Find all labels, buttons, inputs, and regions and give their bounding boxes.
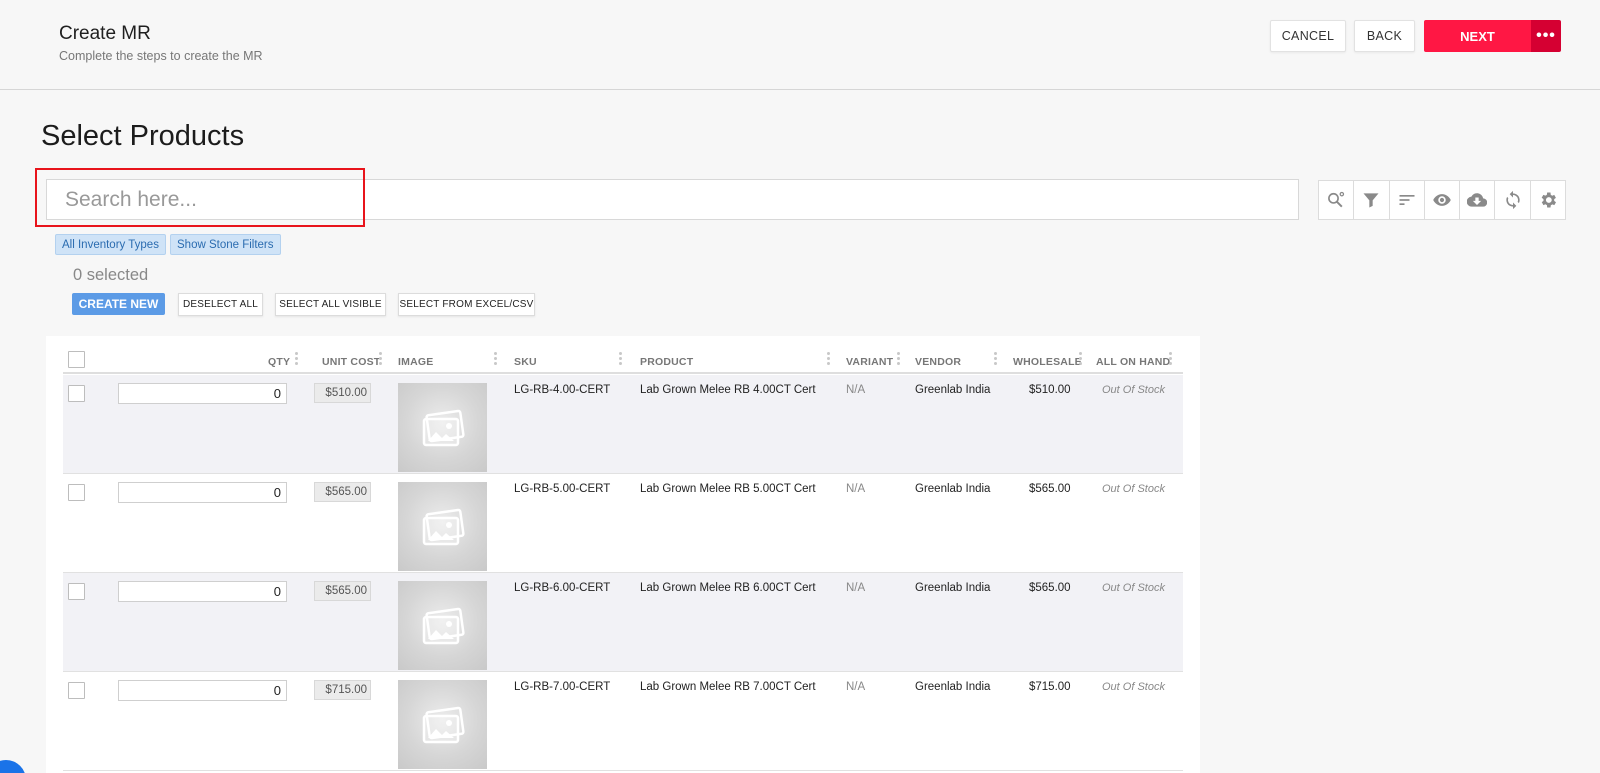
image-placeholder-icon <box>398 581 487 670</box>
vendor-cell: Greenlab India <box>915 582 991 594</box>
cloud-download-icon[interactable] <box>1460 181 1496 219</box>
vendor-cell: Greenlab India <box>915 384 991 396</box>
image-placeholder-icon <box>398 383 487 472</box>
image-placeholder-icon <box>398 482 487 571</box>
wholesale-cell: $510.00 <box>1029 384 1071 396</box>
column-header-qty[interactable]: QTY <box>268 356 290 368</box>
next-button[interactable]: NEXT <box>1424 20 1531 52</box>
select-from-excel-button[interactable]: SELECT FROM EXCEL/CSV <box>398 293 535 316</box>
column-menu-handle[interactable] <box>1079 352 1083 368</box>
sku-cell: LG-RB-4.00-CERT <box>514 384 611 396</box>
row-checkbox[interactable] <box>68 682 85 699</box>
column-menu-handle[interactable] <box>494 352 498 368</box>
on-hand-cell: Out Of Stock <box>1102 582 1165 594</box>
on-hand-cell: Out Of Stock <box>1102 483 1165 495</box>
column-menu-handle[interactable] <box>379 352 383 368</box>
row-checkbox[interactable] <box>68 583 85 600</box>
table-row[interactable]: $565.00 LG-RB-6.00-CERT Lab Grown Melee … <box>63 573 1183 672</box>
header-subtitle: Complete the steps to create the MR <box>59 49 263 63</box>
variant-cell: N/A <box>846 483 866 495</box>
eye-icon[interactable] <box>1425 181 1461 219</box>
column-menu-handle[interactable] <box>295 352 299 368</box>
sort-icon[interactable] <box>1390 181 1425 219</box>
table-row[interactable]: $510.00 LG-RB-4.00-CERT Lab Grown Melee … <box>63 375 1183 474</box>
row-checkbox[interactable] <box>68 484 85 501</box>
product-cell: Lab Grown Melee RB 7.00CT Cert <box>640 681 816 693</box>
grid-header: QTY UNIT COST IMAGE SKU PRODUCT VARIANT … <box>63 336 1183 374</box>
column-menu-handle[interactable] <box>994 352 998 368</box>
quantity-input[interactable] <box>118 581 287 602</box>
all-inventory-types-chip[interactable]: All Inventory Types <box>55 234 166 255</box>
row-checkbox[interactable] <box>68 385 85 402</box>
unit-cost-field: $510.00 <box>314 383 371 403</box>
unit-cost-field: $715.00 <box>314 680 371 700</box>
quantity-input[interactable] <box>118 482 287 503</box>
column-header-unit-cost[interactable]: UNIT COST <box>322 356 380 368</box>
column-menu-handle[interactable] <box>619 352 623 368</box>
column-menu-handle[interactable] <box>897 352 901 368</box>
product-cell: Lab Grown Melee RB 6.00CT Cert <box>640 582 816 594</box>
column-header-sku[interactable]: SKU <box>514 356 537 368</box>
deselect-all-button[interactable]: DESELECT ALL <box>178 293 263 316</box>
column-header-vendor[interactable]: VENDOR <box>915 356 961 368</box>
vendor-cell: Greenlab India <box>915 483 991 495</box>
image-placeholder-icon <box>398 680 487 769</box>
search-settings-icon[interactable] <box>1319 181 1355 219</box>
table-row[interactable]: $715.00 LG-RB-7.00-CERT Lab Grown Melee … <box>63 672 1183 771</box>
on-hand-cell: Out Of Stock <box>1102 384 1165 396</box>
quantity-input[interactable] <box>118 383 287 404</box>
column-header-product[interactable]: PRODUCT <box>640 356 693 368</box>
sku-cell: LG-RB-6.00-CERT <box>514 582 611 594</box>
variant-cell: N/A <box>846 582 866 594</box>
header-title: Create MR <box>59 23 151 44</box>
column-header-image[interactable]: IMAGE <box>398 356 433 368</box>
chat-widget-button[interactable] <box>0 760 26 773</box>
column-header-wholesale[interactable]: WHOLESALE <box>1013 356 1082 368</box>
refresh-icon[interactable] <box>1495 181 1531 219</box>
on-hand-cell: Out Of Stock <box>1102 681 1165 693</box>
create-new-button[interactable]: CREATE NEW <box>72 293 165 315</box>
filter-icon[interactable] <box>1354 181 1390 219</box>
wholesale-cell: $565.00 <box>1029 483 1071 495</box>
vendor-cell: Greenlab India <box>915 681 991 693</box>
search-input[interactable] <box>47 180 1298 219</box>
variant-cell: N/A <box>846 681 866 693</box>
more-options-button[interactable]: ••• <box>1531 20 1561 52</box>
variant-cell: N/A <box>846 384 866 396</box>
table-row[interactable]: $565.00 LG-RB-5.00-CERT Lab Grown Melee … <box>63 474 1183 573</box>
back-button[interactable]: BACK <box>1354 20 1415 52</box>
grid-toolbar <box>1318 180 1566 220</box>
gear-icon[interactable] <box>1531 181 1565 219</box>
unit-cost-field: $565.00 <box>314 482 371 502</box>
page-header: Create MR Complete the steps to create t… <box>0 0 1600 90</box>
column-header-variant[interactable]: VARIANT <box>846 356 893 368</box>
show-stone-filters-chip[interactable]: Show Stone Filters <box>170 234 281 255</box>
sku-cell: LG-RB-7.00-CERT <box>514 681 611 693</box>
unit-cost-field: $565.00 <box>314 581 371 601</box>
wholesale-cell: $715.00 <box>1029 681 1071 693</box>
sku-cell: LG-RB-5.00-CERT <box>514 483 611 495</box>
column-menu-handle[interactable] <box>827 352 831 368</box>
select-all-checkbox[interactable] <box>68 351 85 368</box>
product-grid: QTY UNIT COST IMAGE SKU PRODUCT VARIANT … <box>46 336 1200 773</box>
quantity-input[interactable] <box>118 680 287 701</box>
search-box <box>46 179 1299 220</box>
selected-count: 0 selected <box>73 266 149 284</box>
column-header-all-on-hand[interactable]: ALL ON HAND <box>1096 356 1170 368</box>
cancel-button[interactable]: CANCEL <box>1270 20 1346 52</box>
select-all-visible-button[interactable]: SELECT ALL VISIBLE <box>275 293 386 316</box>
product-cell: Lab Grown Melee RB 5.00CT Cert <box>640 483 816 495</box>
product-cell: Lab Grown Melee RB 4.00CT Cert <box>640 384 816 396</box>
wholesale-cell: $565.00 <box>1029 582 1071 594</box>
page-title: Select Products <box>41 120 245 152</box>
column-menu-handle[interactable] <box>1169 352 1173 368</box>
